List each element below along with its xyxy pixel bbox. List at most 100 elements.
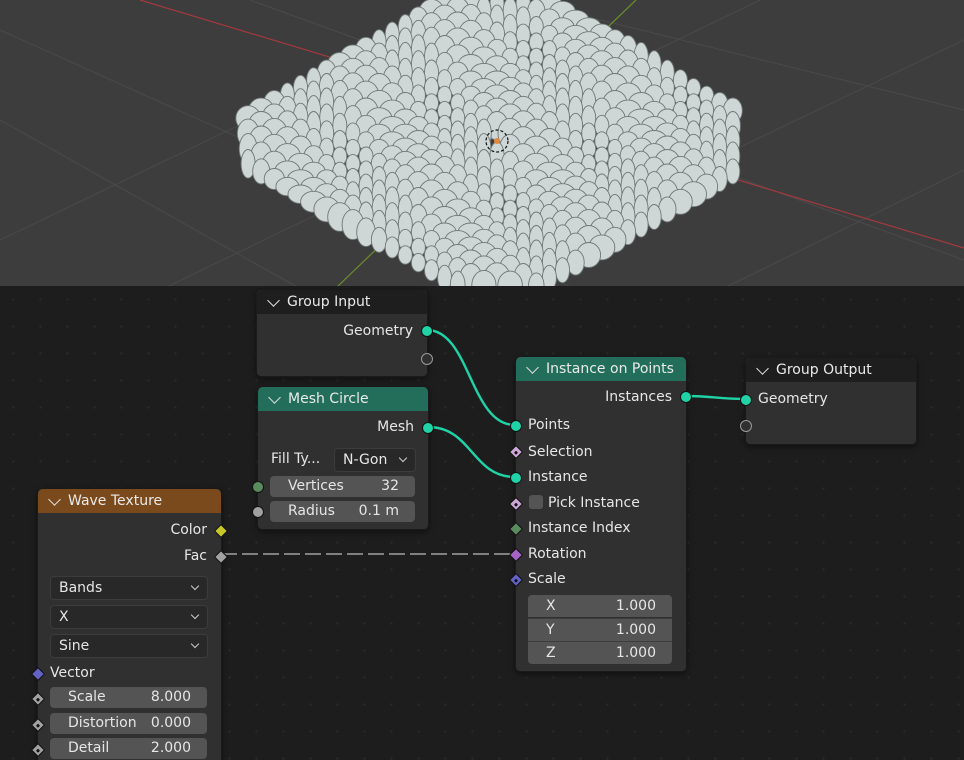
instances-output-label: Instances xyxy=(605,389,672,405)
collapse-chevron-icon[interactable] xyxy=(48,492,61,506)
detail-field[interactable]: Detail 2.000 xyxy=(50,738,207,759)
distortion-field[interactable]: Distortion 0.000 xyxy=(50,713,207,734)
vertices-field[interactable]: Vertices 32 xyxy=(270,476,415,497)
collapse-chevron-icon[interactable] xyxy=(268,390,281,404)
scale-label: Scale xyxy=(528,571,566,587)
wave-texture-node[interactable]: Wave Texture Color Fac Bands X Sine Vect… xyxy=(30,488,229,760)
scale-z-field[interactable]: Z 1.000 xyxy=(528,641,672,664)
scale-x-field[interactable]: X 1.000 xyxy=(528,595,672,617)
instance-disc xyxy=(384,236,400,259)
node-title: Group Output xyxy=(776,362,872,378)
fill-type-label: Fill Ty... xyxy=(271,451,321,467)
link-instances-to-output xyxy=(685,394,746,401)
scale-field[interactable]: Scale 8.000 xyxy=(50,687,207,708)
field-label: Scale xyxy=(68,689,106,705)
instance-disc xyxy=(437,264,453,286)
empty-input-socket[interactable] xyxy=(740,420,752,432)
node-header[interactable]: Instance on Points xyxy=(516,357,686,381)
chevron-down-icon xyxy=(190,639,200,649)
axis-label: X xyxy=(546,598,556,614)
axis-label: Z xyxy=(546,645,556,661)
origin-dot xyxy=(494,138,500,144)
instance-disc xyxy=(424,259,439,282)
instance-disc xyxy=(370,226,388,253)
field-label: Distortion xyxy=(68,715,137,731)
field-value: 8.000 xyxy=(150,689,191,705)
geometry-input-socket[interactable] xyxy=(740,394,752,406)
instance-index-label: Instance Index xyxy=(528,520,631,536)
fill-type-value: N-Gon xyxy=(343,452,388,468)
link-mesh-to-instance xyxy=(427,425,516,479)
instance-input-socket[interactable] xyxy=(510,472,522,484)
instance-disc xyxy=(633,211,649,238)
vertices-label: Vertices xyxy=(288,478,344,494)
instance-disc xyxy=(725,158,741,185)
mesh-output-label: Mesh xyxy=(377,419,414,435)
collapse-chevron-icon[interactable] xyxy=(267,293,280,307)
chevron-down-icon xyxy=(190,610,200,620)
node-title: Instance on Points xyxy=(546,361,674,377)
instance-disc xyxy=(541,264,557,286)
color-output-label: Color xyxy=(170,522,207,538)
field-label: Detail xyxy=(68,740,110,756)
axis-value: 1.000 xyxy=(615,598,656,614)
points-input-socket[interactable] xyxy=(510,420,522,432)
collapse-chevron-icon[interactable] xyxy=(756,361,769,375)
pick-instance-checkbox[interactable] xyxy=(529,495,543,509)
profile-dropdown[interactable]: Sine xyxy=(50,634,208,658)
group-input-node[interactable]: Group Input Geometry xyxy=(256,289,433,377)
node-title: Wave Texture xyxy=(68,493,163,509)
node-header[interactable]: Group Input xyxy=(257,290,427,314)
mesh-output-socket[interactable] xyxy=(422,422,434,434)
points-label: Points xyxy=(528,417,571,433)
node-title: Group Input xyxy=(287,294,371,310)
link-geometry-to-points xyxy=(426,328,516,427)
radius-value: 0.1 m xyxy=(358,503,399,519)
radius-label: Radius xyxy=(288,503,335,519)
empty-output-socket[interactable] xyxy=(421,353,433,365)
instance-disc xyxy=(646,204,662,230)
node-header[interactable]: Wave Texture xyxy=(38,489,221,513)
instance-disc xyxy=(397,245,413,265)
radius-input-socket[interactable] xyxy=(252,506,264,518)
node-header[interactable]: Mesh Circle xyxy=(258,387,428,411)
dropdown-value: Sine xyxy=(59,638,90,654)
axis-label: Y xyxy=(546,622,555,638)
dropdown-value: Bands xyxy=(59,580,103,596)
viewport-scene[interactable] xyxy=(0,0,964,286)
selection-label: Selection xyxy=(528,444,593,460)
field-value: 0.000 xyxy=(150,715,191,731)
node-editor[interactable]: Group Input Geometry Mesh Circle Mesh Fi… xyxy=(0,286,964,760)
direction-dropdown[interactable]: X xyxy=(50,605,208,629)
rotation-label: Rotation xyxy=(528,546,587,562)
instance-disc xyxy=(555,257,570,284)
radius-field[interactable]: Radius 0.1 m xyxy=(270,501,415,522)
axis-value: 1.000 xyxy=(615,645,656,661)
axis-value: 1.000 xyxy=(615,622,656,638)
chevron-down-icon xyxy=(190,581,200,591)
grid-line xyxy=(727,169,964,286)
vertices-input-socket[interactable] xyxy=(252,481,264,493)
field-value: 2.000 xyxy=(150,740,191,756)
instance-label: Instance xyxy=(528,469,588,485)
fac-output-label: Fac xyxy=(183,548,207,564)
instance-on-points-node[interactable]: Instance on Points Instances Points Sele… xyxy=(508,356,692,672)
fill-type-dropdown[interactable]: N-Gon xyxy=(334,448,416,472)
vertices-value: 32 xyxy=(381,478,399,494)
wave-type-dropdown[interactable]: Bands xyxy=(50,576,208,600)
node-header[interactable]: Group Output xyxy=(746,358,916,382)
group-output-node[interactable]: Group Output Geometry xyxy=(740,357,917,445)
geometry-output-socket[interactable] xyxy=(421,325,433,337)
collapse-chevron-icon[interactable] xyxy=(526,360,539,374)
geometry-input-label: Geometry xyxy=(758,391,828,407)
geometry-output-label: Geometry xyxy=(343,323,413,339)
vector-label: Vector xyxy=(50,665,95,681)
mesh-circle-node[interactable]: Mesh Circle Mesh Fill Ty... N-Gon Vertic… xyxy=(252,386,434,530)
scale-y-field[interactable]: Y 1.000 xyxy=(528,618,672,641)
dropdown-value: X xyxy=(59,609,69,625)
instances-output-socket[interactable] xyxy=(680,391,692,403)
pick-instance-label: Pick Instance xyxy=(548,495,640,511)
instance-disc xyxy=(410,252,426,273)
3d-viewport[interactable] xyxy=(0,0,964,286)
node-title: Mesh Circle xyxy=(288,391,369,407)
